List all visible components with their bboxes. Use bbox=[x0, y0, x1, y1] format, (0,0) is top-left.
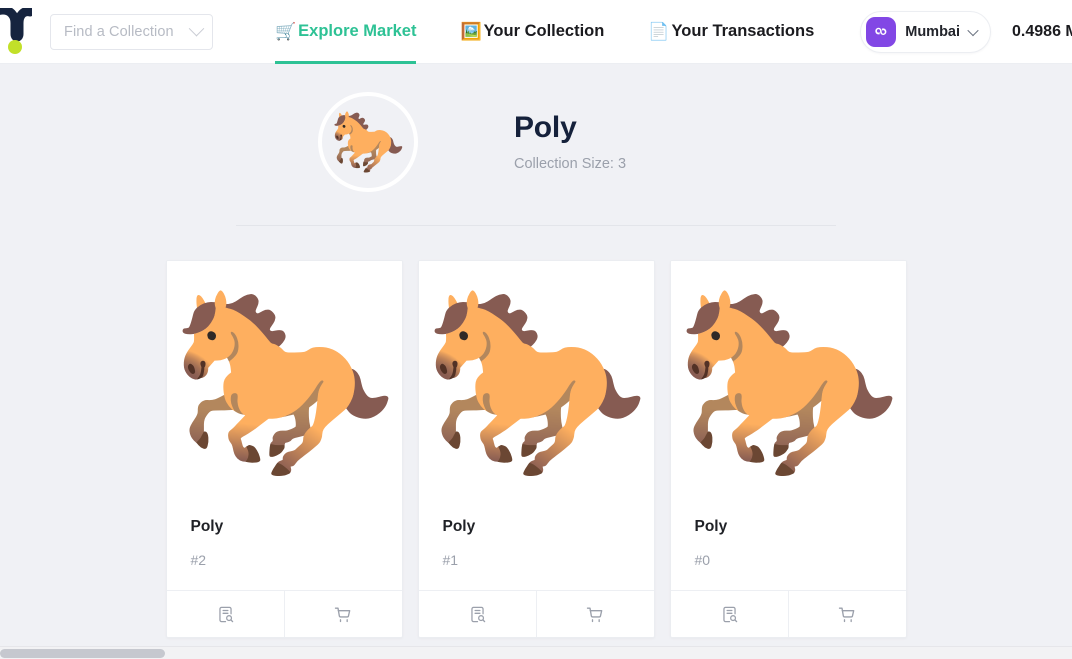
document-search-icon bbox=[470, 606, 485, 622]
collection-avatar: 🐎 bbox=[318, 91, 418, 192]
chevron-down-icon bbox=[967, 24, 979, 36]
marketplace-logo[interactable] bbox=[0, 0, 32, 64]
polygon-logo-icon bbox=[866, 16, 897, 47]
polygon-glyph-icon bbox=[875, 27, 887, 35]
collection-meta: Poly Collection Size: 3 bbox=[514, 111, 754, 172]
view-details-button[interactable] bbox=[419, 591, 536, 637]
app-header: Find a Collection 🛒 Explore Market 🖼️ Yo… bbox=[0, 0, 1072, 64]
buy-button[interactable] bbox=[787, 591, 906, 637]
nft-name: Poly bbox=[694, 518, 728, 535]
buy-button[interactable] bbox=[283, 591, 402, 637]
collection-size-label: Collection Size: 3 bbox=[514, 156, 627, 172]
collection-search-placeholder: Find a Collection bbox=[64, 23, 174, 40]
nft-card-body: Poly #2 bbox=[167, 500, 402, 590]
nft-token-id: #2 bbox=[190, 552, 207, 568]
document-search-icon bbox=[722, 606, 737, 622]
document-search-icon bbox=[218, 606, 233, 622]
page-document-icon: 📄 bbox=[648, 22, 670, 41]
nav-label-your-transactions: Your Transactions bbox=[671, 22, 815, 40]
chevron-down-icon bbox=[188, 20, 205, 37]
nav-item-your-collection[interactable]: 🖼️ Your Collection bbox=[460, 0, 604, 64]
nft-card[interactable]: 🐎 Poly #0 bbox=[669, 260, 907, 638]
nft-artwork: 🐎 bbox=[418, 261, 654, 500]
nft-card-body: Poly #1 bbox=[419, 500, 654, 590]
collection-title: Poly bbox=[514, 111, 577, 144]
nav-label-your-collection: Your Collection bbox=[483, 22, 605, 40]
nft-artwork: 🐎 bbox=[670, 261, 906, 500]
shopping-cart-icon bbox=[838, 607, 855, 623]
nav-item-explore-market[interactable]: 🛒 Explore Market bbox=[275, 0, 417, 64]
main-nav: 🛒 Explore Market 🖼️ Your Collection 📄 Yo… bbox=[275, 0, 858, 64]
view-details-button[interactable] bbox=[671, 591, 788, 637]
section-divider bbox=[236, 225, 836, 226]
nft-card[interactable]: 🐎 Poly #2 bbox=[165, 260, 403, 638]
view-details-button[interactable] bbox=[167, 591, 284, 637]
network-name-label: Mumbai bbox=[905, 23, 961, 40]
nft-artwork: 🐎 bbox=[166, 261, 402, 500]
nft-card-actions bbox=[166, 590, 402, 637]
nft-card[interactable]: 🐎 Poly #1 bbox=[417, 260, 655, 638]
logo-dot-icon bbox=[8, 39, 22, 54]
shopping-cart-icon: 🛒 bbox=[275, 22, 297, 41]
network-selector[interactable]: Mumbai bbox=[860, 10, 992, 53]
nft-card-grid: 🐎 Poly #2 🐎 Poly #1 🐎 Poly #0 bbox=[0, 260, 1072, 638]
logo-mark-icon bbox=[0, 7, 32, 54]
horizontal-scrollbar-thumb[interactable] bbox=[0, 649, 165, 658]
nft-card-body: Poly #0 bbox=[671, 500, 906, 590]
nft-name: Poly bbox=[442, 518, 476, 535]
horizontal-scrollbar[interactable] bbox=[0, 646, 1072, 659]
shopping-cart-icon bbox=[586, 607, 603, 623]
nft-card-actions bbox=[418, 590, 654, 637]
collection-search-input[interactable]: Find a Collection bbox=[50, 13, 213, 50]
nav-item-your-transactions[interactable]: 📄 Your Transactions bbox=[648, 0, 814, 64]
nft-card-actions bbox=[670, 590, 906, 637]
nft-name: Poly bbox=[190, 518, 224, 535]
nft-token-id: #1 bbox=[442, 552, 459, 568]
wallet-balance: 0.4986 MATIC bbox=[1012, 22, 1072, 40]
nft-token-id: #0 bbox=[694, 552, 711, 568]
collection-header: 🐎 Poly Collection Size: 3 bbox=[0, 64, 1072, 206]
nav-label-explore-market: Explore Market bbox=[298, 22, 417, 40]
buy-button[interactable] bbox=[535, 591, 654, 637]
shopping-cart-icon bbox=[334, 607, 351, 623]
framed-picture-icon: 🖼️ bbox=[460, 22, 482, 41]
